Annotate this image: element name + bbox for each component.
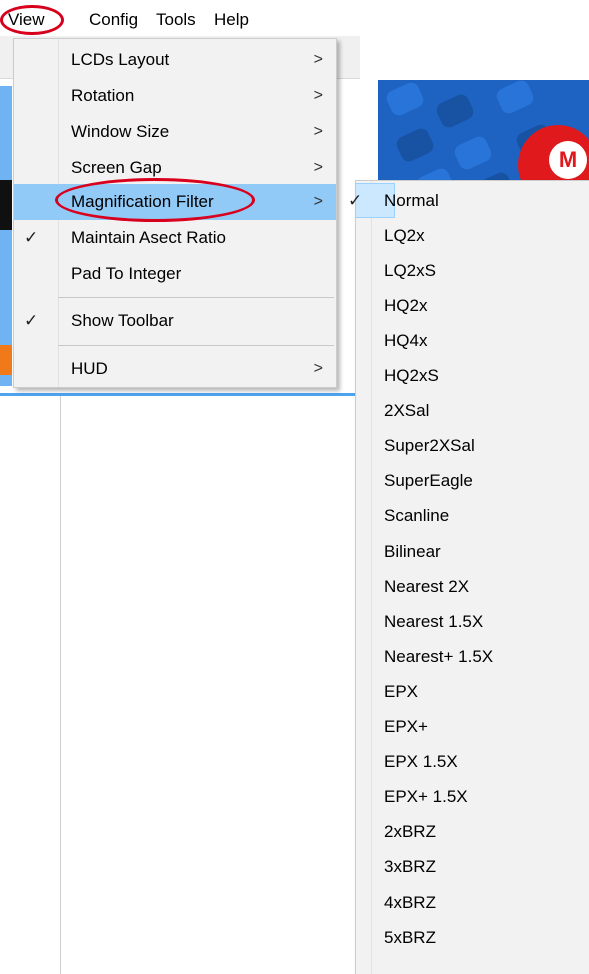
chevron-right-icon: >: [313, 360, 323, 377]
filter-option-super2xsal[interactable]: Super2XSal: [356, 429, 589, 464]
filter-option-label: HQ2xS: [384, 366, 439, 385]
filter-option-label: Normal: [384, 190, 439, 210]
filter-option-epx[interactable]: EPX: [356, 674, 589, 709]
filter-option-label: Nearest 2X: [384, 576, 470, 596]
panel-divider: [60, 396, 61, 974]
filter-option-label: LQ2xS: [384, 260, 436, 280]
menu-item-magnification-filter[interactable]: Magnification Filter >: [14, 184, 336, 220]
filter-option-label: Bilinear: [384, 541, 441, 561]
filter-option-scanline[interactable]: Scanline: [356, 499, 589, 534]
filter-option-label: Scanline: [384, 506, 450, 526]
filter-option-label: EPX+ 1.5X: [384, 787, 468, 807]
filter-option-4xbrz[interactable]: 4xBRZ: [356, 885, 589, 920]
menu-help[interactable]: Help: [214, 9, 249, 31]
filter-option-label: 2xBRZ: [384, 822, 436, 842]
filter-option-normal[interactable]: ✓ Normal: [348, 183, 589, 218]
filter-option-bilinear[interactable]: Bilinear: [356, 534, 589, 569]
mario-logo-graphic: M: [549, 141, 587, 179]
filter-option-lq2xs[interactable]: LQ2xS: [356, 253, 589, 288]
menu-item-maintain-aspect-ratio[interactable]: ✓ Maintain Asect Ratio: [14, 220, 336, 256]
chevron-right-icon: >: [313, 87, 323, 104]
filter-option-hq2x[interactable]: HQ2x: [356, 288, 589, 323]
view-menu: LCDs Layout > Rotation > Window Size > S…: [13, 38, 337, 388]
chevron-right-icon: >: [313, 123, 323, 140]
filter-option-hq2xs[interactable]: HQ2xS: [356, 359, 589, 394]
chevron-right-icon: >: [313, 159, 323, 176]
filter-option-nearest-1-5x[interactable]: Nearest+ 1.5X: [356, 639, 589, 674]
filter-option-2xsal[interactable]: 2XSal: [356, 394, 589, 429]
window-border: [0, 393, 370, 396]
filter-option-hq4x[interactable]: HQ4x: [356, 323, 589, 358]
filter-option-label: 3xBRZ: [384, 857, 436, 877]
filter-option-3xbrz[interactable]: 3xBRZ: [356, 850, 589, 885]
menu-item-label: Magnification Filter: [71, 192, 214, 211]
filter-option-supereagle[interactable]: SuperEagle: [356, 464, 589, 499]
menu-item-rotation[interactable]: Rotation >: [14, 78, 336, 114]
chevron-right-icon: >: [313, 50, 323, 68]
filter-option-epx-1-5x[interactable]: EPX 1.5X: [356, 745, 589, 780]
checkmark-icon: ✓: [24, 311, 39, 330]
menu-tools[interactable]: Tools: [156, 9, 196, 31]
filter-option-label: SuperEagle: [384, 471, 473, 491]
magnification-filter-submenu: ✓ Normal LQ2x LQ2xS HQ2x HQ4x HQ2xS 2XSal Super2…: [348, 180, 589, 974]
menu-item-window-size[interactable]: Window Size >: [14, 114, 336, 150]
menu-item-pad-to-integer[interactable]: Pad To Integer: [14, 256, 336, 292]
filter-option-epx-1-5x[interactable]: EPX+ 1.5X: [356, 780, 589, 815]
checkmark-icon: ✓: [24, 228, 39, 247]
menu-config[interactable]: Config: [89, 9, 138, 31]
checkmark-icon: ✓: [348, 190, 363, 210]
filter-option-2xbrz[interactable]: 2xBRZ: [356, 815, 589, 850]
menu-item-screen-gap[interactable]: Screen Gap >: [14, 150, 336, 186]
menu-item-label: LCDs Layout: [71, 49, 170, 69]
filter-option-label: 4xBRZ: [384, 892, 436, 912]
menu-separator: [58, 345, 334, 346]
filter-option-nearest-2x[interactable]: Nearest 2X: [356, 569, 589, 604]
filter-option-label: Nearest+ 1.5X: [384, 646, 494, 666]
filter-option-label: EPX: [384, 681, 419, 701]
view-annotation-circle: [0, 5, 64, 35]
menu-item-hud[interactable]: HUD >: [14, 351, 336, 387]
menu-bar: View Config Tools Help: [0, 0, 589, 36]
game-screen-edge-dark: [0, 180, 12, 230]
filter-option-label: Super2XSal: [384, 436, 475, 456]
filter-option-label: Nearest 1.5X: [384, 611, 484, 631]
menu-item-show-toolbar[interactable]: ✓ Show Toolbar: [14, 303, 336, 339]
filter-option-label: 5xBRZ: [384, 927, 436, 947]
filter-option-epx[interactable]: EPX+: [356, 710, 589, 745]
chevron-right-icon: >: [313, 193, 323, 210]
menu-separator: [58, 297, 334, 298]
menu-item-label: Window Size: [71, 122, 170, 141]
filter-option-label: HQ2x: [384, 295, 428, 315]
menu-item-label: Rotation: [71, 86, 135, 105]
menu-item-label: Pad To Integer: [71, 264, 182, 283]
filter-option-lq2x[interactable]: LQ2x: [356, 218, 589, 253]
filter-option-label: HQ4x: [384, 330, 428, 350]
filter-option-label: LQ2x: [384, 225, 425, 245]
menu-item-label: Show Toolbar: [71, 311, 174, 330]
menu-item-lcds-layout[interactable]: LCDs Layout >: [14, 41, 336, 78]
filter-option-label: EPX+: [384, 717, 428, 736]
filter-option-label: 2XSal: [384, 401, 430, 421]
menu-item-label: Maintain Asect Ratio: [71, 228, 226, 247]
filter-option-nearest-1-5x[interactable]: Nearest 1.5X: [356, 604, 589, 639]
game-screen-edge: [0, 86, 12, 386]
game-screen-edge-orange: [0, 345, 12, 375]
filter-option-label: EPX 1.5X: [384, 752, 458, 772]
menu-item-label: HUD: [71, 359, 108, 378]
menu-item-label: Screen Gap: [71, 158, 162, 177]
filter-option-5xbrz[interactable]: 5xBRZ: [356, 920, 589, 955]
